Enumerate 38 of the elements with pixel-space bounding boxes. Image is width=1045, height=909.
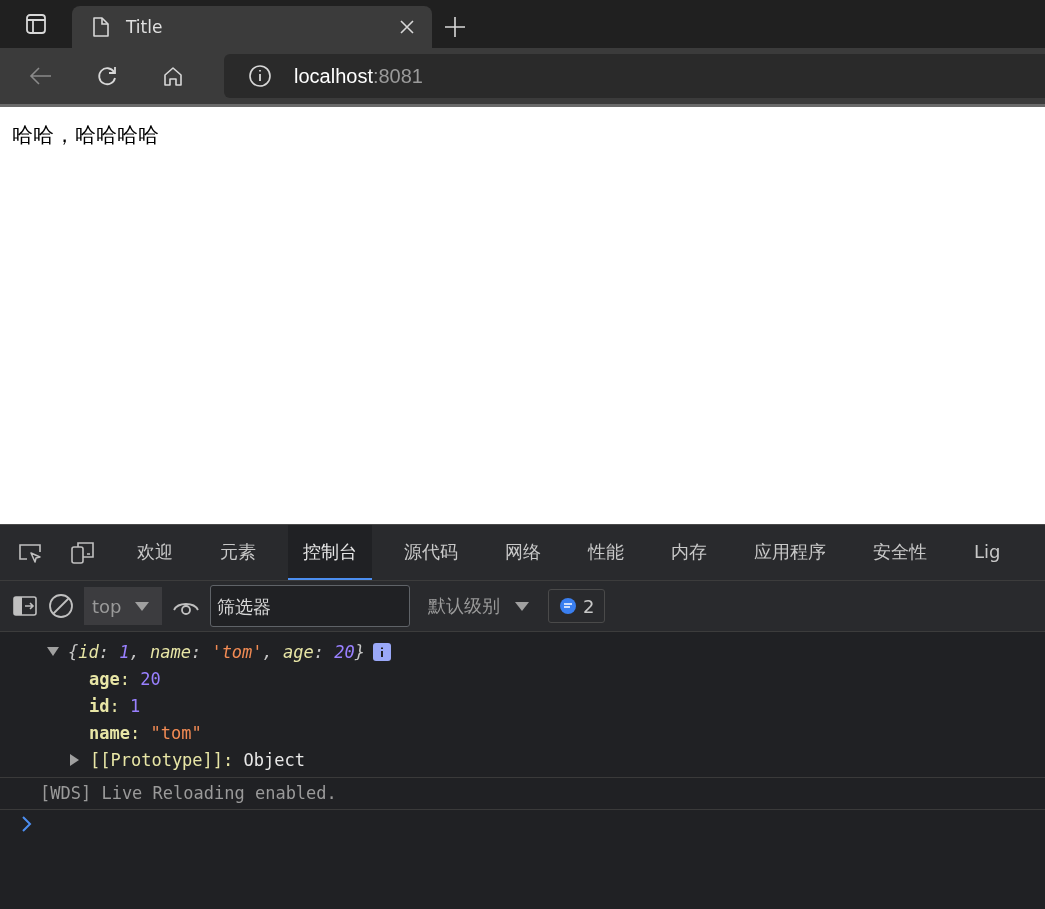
devtools-tab[interactable]: 安全性	[858, 525, 942, 580]
devtools-tab[interactable]: 应用程序	[739, 525, 841, 580]
devtools-tab[interactable]: 网络	[490, 525, 556, 580]
devtools-tab[interactable]: 源代码	[389, 525, 473, 580]
devtools-tab[interactable]: 性能	[573, 525, 639, 580]
page-text: 哈哈，哈哈哈哈	[12, 123, 159, 147]
property-line: id: 1	[89, 695, 141, 716]
devtools-tab[interactable]: Lig	[959, 525, 1016, 580]
clear-icon[interactable]	[48, 593, 74, 619]
log-message: [WDS] Live Reloading enabled.	[40, 783, 337, 803]
plus-icon[interactable]	[444, 16, 466, 38]
property-line: name: "tom"	[89, 722, 202, 743]
filter-field[interactable]: 筛选器	[210, 585, 410, 627]
devtools-tab[interactable]: 元素	[205, 525, 271, 580]
prototype-line[interactable]: [[Prototype]]: Object	[90, 749, 305, 770]
refresh-icon[interactable]	[96, 65, 118, 87]
sidebar-toggle-icon[interactable]	[12, 593, 38, 619]
info-icon[interactable]	[248, 64, 272, 88]
device-icon[interactable]	[69, 539, 95, 566]
address-bar[interactable]: localhost:8081	[224, 54, 1045, 98]
home-icon[interactable]	[162, 65, 184, 87]
devtools-tab[interactable]: 内存	[656, 525, 722, 580]
caret-icon	[514, 600, 530, 612]
devtools-tab[interactable]: 控制台	[288, 525, 372, 580]
caret-icon	[133, 600, 150, 612]
devtools-tab[interactable]: 欢迎	[122, 525, 188, 580]
log-level-dropdown[interactable]: 默认级别	[420, 594, 538, 618]
info-badge-icon	[373, 642, 391, 661]
prompt-icon	[20, 814, 34, 834]
sidebar-icon[interactable]	[25, 13, 47, 35]
back-icon[interactable]	[29, 65, 53, 87]
message-count-button[interactable]: 2	[548, 589, 606, 623]
context-dropdown[interactable]: top	[84, 587, 162, 625]
browser-tab[interactable]: Title	[72, 6, 432, 48]
document-icon	[90, 16, 112, 38]
message-icon	[559, 597, 577, 615]
property-line: age: 20	[89, 668, 161, 689]
object-preview[interactable]: {id: 1, name: 'tom', age: 20}	[68, 641, 365, 662]
